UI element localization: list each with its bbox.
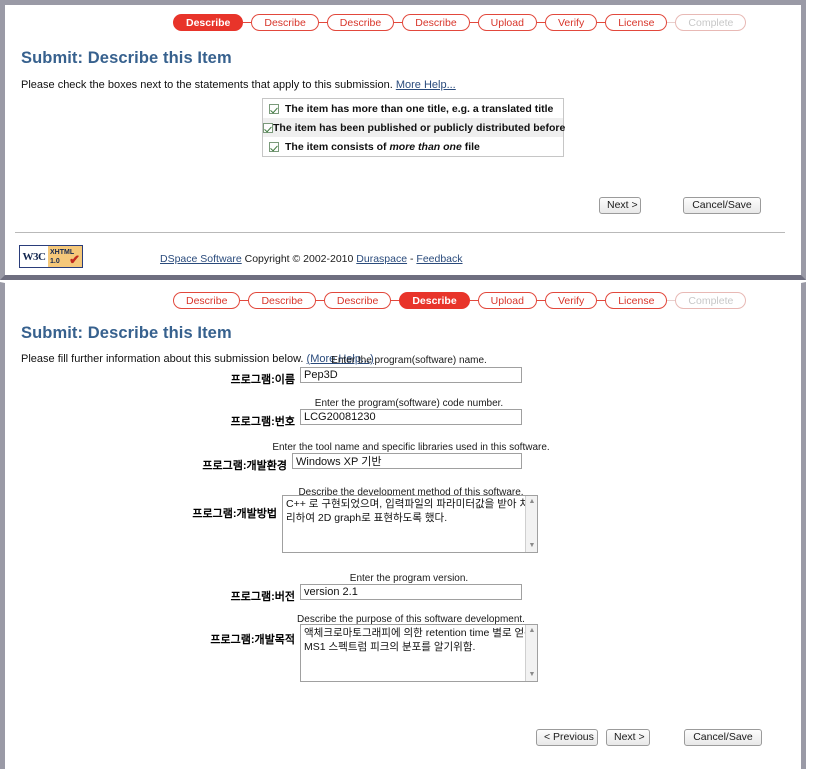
submission-progress-bar-top: Describe Describe Describe Describe Upload Ve… <box>173 14 747 31</box>
progress-connector <box>315 300 324 301</box>
progress-step-describe-1[interactable]: Describe <box>173 14 244 31</box>
field-label: 프로그램:개발목적 <box>210 634 295 646</box>
progress-connector <box>536 300 545 301</box>
progress-step-upload-5[interactable]: Upload <box>477 14 537 31</box>
text-input[interactable] <box>300 584 522 600</box>
checkbox-input[interactable] <box>269 103 279 114</box>
progress-connector <box>318 22 327 23</box>
field-hint: Enter the tool name and specific librari… <box>272 442 550 453</box>
checkbox-label: The item has more than one title, e.g. a… <box>285 102 554 115</box>
progress-step-describe-3[interactable]: Describe <box>326 14 395 31</box>
progress-step-license-7[interactable]: License <box>605 14 668 31</box>
progress-step-describe-4[interactable]: Describe <box>402 14 470 31</box>
feedback-link[interactable]: Feedback <box>416 253 462 265</box>
previous-button[interactable]: < Previous <box>536 729 598 746</box>
progress-step-license-7[interactable]: License <box>605 292 668 309</box>
duraspace-link[interactable]: Duraspace <box>356 253 407 265</box>
checkbox-cell <box>263 141 285 152</box>
progress-step-upload-5[interactable]: Upload <box>477 292 537 309</box>
field-label: 프로그램:번호 <box>230 416 295 428</box>
scroll-up-icon[interactable]: ▲ <box>527 497 537 507</box>
emphasized-text: more than one <box>389 140 462 153</box>
page-title-bottom: Submit: Describe this Item <box>21 324 232 342</box>
field-label: 프로그램:버전 <box>230 591 295 603</box>
instruction-label-top: Please check the boxes next to the state… <box>21 79 393 91</box>
progress-connector <box>391 300 400 301</box>
field-label: 프로그램:개발환경 <box>202 460 287 472</box>
field-hint: Enter the program(software) code number. <box>314 398 504 409</box>
checkbox-input[interactable] <box>263 122 273 133</box>
progress-connector <box>240 300 249 301</box>
progress-connector <box>243 22 252 23</box>
text-area[interactable]: 액체크로마토그래피에 의한 retention time 별로 얻은 MS1 스… <box>300 624 538 682</box>
instruction-text-top: Please check the boxes next to the state… <box>21 79 456 91</box>
checkbox-input[interactable] <box>269 141 279 152</box>
w3c-badge-text: XHTML 1.0 ✔ <box>48 246 82 267</box>
checkbox-row[interactable]: The item has more than one title, e.g. a… <box>263 99 563 118</box>
button-row-bottom: < Previous Next > Cancel/Save <box>536 729 762 746</box>
field-hint: Enter the program version. <box>349 573 469 584</box>
dspace-software-link[interactable]: DSpace Software <box>160 253 242 265</box>
next-button-top[interactable]: Next > <box>599 197 641 214</box>
progress-connector <box>667 300 676 301</box>
textarea-scrollbar[interactable]: ▲ ▼ <box>525 625 537 681</box>
next-button-bottom[interactable]: Next > <box>606 729 650 746</box>
progress-step-verify-6[interactable]: Verify <box>544 292 598 309</box>
scroll-up-icon[interactable]: ▲ <box>527 626 537 636</box>
submission-step-panel-top: Describe Describe Describe Describe Upload Ve… <box>0 0 806 280</box>
progress-step-describe-2[interactable]: Describe <box>248 292 316 309</box>
field-label: 프로그램:이름 <box>230 374 295 386</box>
progress-step-describe-2[interactable]: Describe <box>251 14 319 31</box>
progress-step-complete-8: Complete <box>675 292 747 309</box>
cancel-save-button-top[interactable]: Cancel/Save <box>683 197 761 214</box>
field-label: 프로그램:개발방법 <box>192 508 277 520</box>
scroll-down-icon[interactable]: ▼ <box>527 541 537 551</box>
checkbox-cell <box>263 103 285 114</box>
copyright-text: Copyright © 2002-2010 <box>241 253 357 265</box>
footer-copyright: DSpace Software Copyright © 2002-2010 Du… <box>160 253 463 265</box>
checkbox-row[interactable]: The item consists of more than one file <box>263 137 563 156</box>
text-area[interactable]: C++ 로 구현되었으며, 입력파일의 파라미터값을 받아 처리하여 2D gr… <box>282 495 538 553</box>
text-input[interactable] <box>300 367 522 383</box>
field-hint: Enter the program(software) name. <box>331 355 487 366</box>
w3c-xhtml-badge-icon[interactable]: W3C XHTML 1.0 ✔ <box>19 245 83 268</box>
progress-step-describe-4[interactable]: Describe <box>399 292 470 309</box>
text-input[interactable] <box>292 453 522 469</box>
footer-divider <box>15 232 785 233</box>
button-row-top: Next > Cancel/Save <box>599 197 761 214</box>
checkbox-cell <box>263 122 273 133</box>
text-input[interactable] <box>300 409 522 425</box>
submission-step-panel-bottom: Describe Describe Describe Describe Upload Ve… <box>0 282 806 769</box>
progress-step-verify-6[interactable]: Verify <box>544 14 598 31</box>
progress-step-complete-8: Complete <box>675 14 747 31</box>
progress-step-describe-1[interactable]: Describe <box>173 292 241 309</box>
checkbox-row[interactable]: The item has been published or publicly … <box>263 118 566 137</box>
browser-page: Describe Describe Describe Describe Upload Ve… <box>0 0 815 769</box>
progress-connector <box>597 300 606 301</box>
progress-step-describe-3[interactable]: Describe <box>323 292 392 309</box>
more-help-link-top[interactable]: More Help... <box>396 79 456 91</box>
scroll-down-icon[interactable]: ▼ <box>527 670 537 680</box>
progress-connector <box>597 22 606 23</box>
w3c-logo-text: W3C <box>20 246 48 267</box>
submission-progress-bar-bottom: Describe Describe Describe Describe Upload Ve… <box>173 292 747 309</box>
checkbox-label: The item has been published or publicly … <box>273 121 566 134</box>
page-title-top: Submit: Describe this Item <box>21 49 232 67</box>
progress-connector <box>536 22 545 23</box>
progress-connector <box>469 300 478 301</box>
progress-connector <box>469 22 478 23</box>
submission-options-table: The item has more than one title, e.g. a… <box>262 98 566 157</box>
cancel-save-button-bottom[interactable]: Cancel/Save <box>684 729 762 746</box>
progress-connector <box>394 22 403 23</box>
footer-separator: - <box>407 253 417 265</box>
textarea-scrollbar[interactable]: ▲ ▼ <box>525 496 537 552</box>
progress-connector <box>667 22 676 23</box>
checkbox-label: The item consists of more than one file <box>285 140 480 153</box>
checkmark-icon: ✔ <box>69 252 80 267</box>
